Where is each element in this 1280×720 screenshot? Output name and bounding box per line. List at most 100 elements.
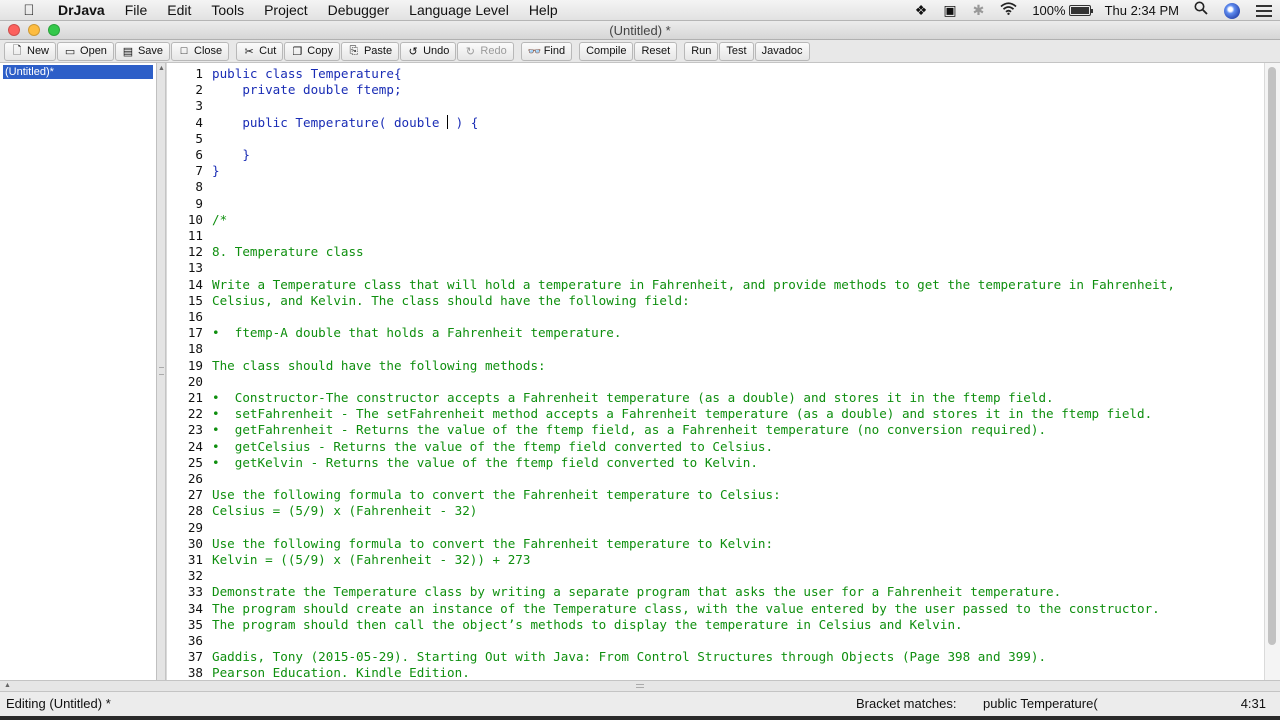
menu-project[interactable]: Project <box>254 0 318 21</box>
line-text[interactable]: Kelvin = ((5/9) x (Fahrenheit - 32)) + 2… <box>212 552 530 568</box>
toolbar: 🗋 New ▭ Open ▤ Save □ Close ✂ Cut ❐ Copy ⎘ Past… <box>0 40 1280 63</box>
binoculars-icon: 👓 <box>527 45 542 58</box>
copy-button[interactable]: ❐ Copy <box>284 41 340 61</box>
new-file-icon: 🗋 <box>12 44 22 57</box>
line-text[interactable]: • Constructor-The constructor accepts a … <box>212 390 1054 406</box>
line-text[interactable]: Celsius, and Kelvin. The class should ha… <box>212 293 690 309</box>
dropbox-icon[interactable]: ❖ <box>907 0 936 21</box>
menubar-clock[interactable]: Thu 2:34 PM <box>1098 0 1186 21</box>
redo-icon: ↻ <box>465 45 475 58</box>
paste-button[interactable]: ⎘ Paste <box>340 41 400 61</box>
line-number: 35 <box>187 616 203 632</box>
line-text[interactable]: • getCelsius - Returns the value of the … <box>212 439 773 455</box>
line-text[interactable]: • getFahrenheit - Returns the value of t… <box>212 422 1046 438</box>
apple-icon[interactable]:  <box>20 0 38 21</box>
undo-button[interactable]: ↺ Undo <box>400 41 457 61</box>
scissors-icon: ✂ <box>244 45 254 58</box>
line-text[interactable]: • setFahrenheit - The setFahrenheit meth… <box>212 406 1152 422</box>
redo-button[interactable]: ↻ Redo <box>457 41 514 61</box>
window-title-bar: (Untitled) * <box>0 21 1280 40</box>
line-text[interactable]: public class Temperature{ <box>212 66 402 82</box>
line-text[interactable]: Write a Temperature class that will hold… <box>212 277 1175 293</box>
reset-label: Reset <box>641 45 671 57</box>
splitter-grip-bottom[interactable] <box>636 684 644 688</box>
line-text[interactable]: public Temperature( double ) { <box>212 114 478 131</box>
close-file-icon: □ <box>180 45 188 57</box>
line-number: 3 <box>195 98 203 114</box>
line-number: 11 <box>187 228 203 243</box>
run-button[interactable]: Run <box>684 41 719 61</box>
javadoc-label: Javadoc <box>761 45 803 57</box>
battery-status[interactable]: 100% <box>1025 0 1097 21</box>
open-label: Open <box>80 45 107 57</box>
line-number: 22 <box>187 406 203 422</box>
test-button[interactable]: Test <box>719 41 754 61</box>
line-number: 12 <box>187 244 203 260</box>
line-text[interactable]: /* <box>212 212 227 228</box>
splitter-grip[interactable] <box>159 367 164 375</box>
line-number: 37 <box>187 649 203 665</box>
cut-button[interactable]: ✂ Cut <box>236 41 284 61</box>
line-text[interactable]: Demonstrate the Temperature class by wri… <box>212 584 1061 600</box>
notification-center-icon[interactable] <box>1248 0 1280 21</box>
menu-debugger[interactable]: Debugger <box>318 0 400 21</box>
editing-status: Editing (Untitled) * <box>6 696 111 711</box>
line-text[interactable]: } <box>212 147 250 163</box>
find-button[interactable]: 👓 Find <box>520 41 573 61</box>
line-text[interactable]: The program should then call the object’… <box>212 617 963 633</box>
document-item-untitled[interactable]: (Untitled)* <box>3 65 153 79</box>
menu-file[interactable]: File <box>115 0 158 21</box>
bracket-matches-value: public Temperature( <box>983 696 1098 711</box>
line-text[interactable]: Pearson Education. Kindle Edition. <box>212 665 470 680</box>
line-number: 2 <box>195 82 203 98</box>
display-icon[interactable]: ▣ <box>935 0 964 21</box>
line-text[interactable]: • ftemp-A double that holds a Fahrenheit… <box>212 325 621 341</box>
system-menu-bar:  DrJava File Edit Tools Project Debugge… <box>0 0 1280 21</box>
menu-edit[interactable]: Edit <box>157 0 201 21</box>
open-button[interactable]: ▭ Open <box>57 41 114 61</box>
close-button[interactable]: □ Close <box>171 41 230 61</box>
editor-vertical-scrollbar[interactable] <box>1264 63 1280 680</box>
bluetooth-icon[interactable]: ✱ <box>965 0 993 21</box>
line-text[interactable]: private double ftemp; <box>212 82 401 98</box>
line-text[interactable]: Use the following formula to convert the… <box>212 536 773 552</box>
reset-button[interactable]: Reset <box>634 41 678 61</box>
line-number: 9 <box>195 195 203 211</box>
line-number: 21 <box>187 390 203 405</box>
scrollbar-thumb[interactable] <box>1268 67 1276 645</box>
code-editor[interactable]: 1 public class Temperature{ 2 private doub… <box>167 63 1264 680</box>
spotlight-search-icon[interactable] <box>1186 0 1216 21</box>
window-bottom-edge <box>0 716 1280 720</box>
expand-arrow-icon[interactable]: ▲ <box>4 682 11 689</box>
line-text[interactable]: } <box>212 163 220 179</box>
menu-tools[interactable]: Tools <box>201 0 254 21</box>
new-button[interactable]: 🗋 New <box>4 41 57 61</box>
menu-help[interactable]: Help <box>519 0 568 21</box>
line-number: 1 <box>195 66 203 81</box>
compile-button[interactable]: Compile <box>579 41 634 61</box>
line-text[interactable]: 8. Temperature class <box>212 244 364 260</box>
save-button[interactable]: ▤ Save <box>114 41 171 61</box>
test-label: Test <box>726 45 747 57</box>
javadoc-button[interactable]: Javadoc <box>754 41 810 61</box>
line-text[interactable]: The class should have the following meth… <box>212 358 546 374</box>
new-label: New <box>27 45 50 57</box>
line-number: 7 <box>195 163 203 179</box>
vertical-splitter[interactable]: ▲ <box>157 63 166 680</box>
line-text[interactable]: Celsius = (5/9) x (Fahrenheit - 32) <box>212 503 477 519</box>
line-number: 24 <box>187 438 203 454</box>
line-text[interactable]: • getKelvin - Returns the value of the f… <box>212 455 758 471</box>
collapse-arrow-icon[interactable]: ▲ <box>158 65 165 72</box>
siri-icon[interactable] <box>1216 0 1248 21</box>
horizontal-splitter[interactable]: ▲ <box>0 680 1280 692</box>
copy-label: Copy <box>307 45 333 57</box>
line-text[interactable]: The program should create an instance of… <box>212 601 1160 617</box>
line-text[interactable]: Gaddis, Tony (2015-05-29). Starting Out … <box>212 649 1046 665</box>
battery-icon <box>1068 5 1093 16</box>
menu-app-name[interactable]: DrJava <box>52 0 115 21</box>
line-text[interactable]: Use the following formula to convert the… <box>212 487 781 503</box>
status-bar: Editing (Untitled) * Bracket matches: pu… <box>0 692 1280 716</box>
menu-language-level[interactable]: Language Level <box>399 0 519 21</box>
line-number: 16 <box>187 309 203 324</box>
wifi-icon[interactable] <box>992 0 1025 21</box>
